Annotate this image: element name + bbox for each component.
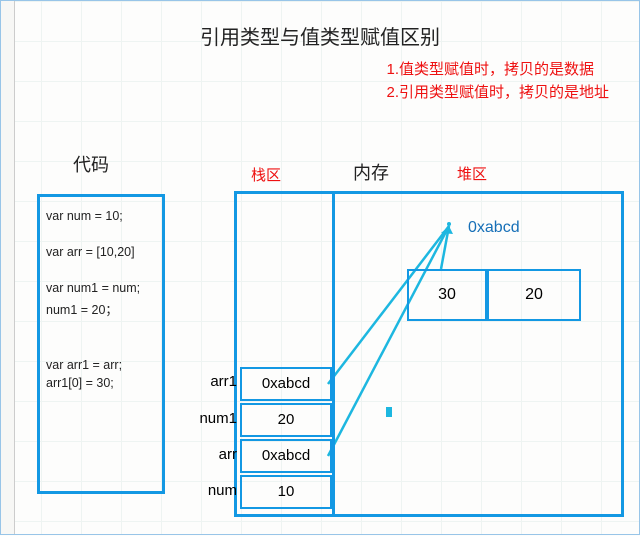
code-box: var num = 10; var arr = [10,20] var num1… <box>37 194 165 494</box>
notes-block: 1.值类型赋值时，拷贝的是数据 2.引用类型赋值时，拷贝的是地址 <box>386 56 609 104</box>
diagram-title: 引用类型与值类型赋值区别 <box>1 21 639 50</box>
stack-var-label: arr1 <box>185 373 237 390</box>
code-section-label: 代码 <box>73 151 109 177</box>
stack-cell-arr1: 0xabcd <box>240 367 332 401</box>
memory-divider <box>332 191 335 517</box>
code-line: var num = 10; <box>46 209 156 223</box>
code-line: num1 = 20； <box>46 299 156 318</box>
heap-label: 堆区 <box>457 163 487 184</box>
memory-label: 内存 <box>353 159 389 185</box>
heap-cell-1: 20 <box>487 269 581 321</box>
note-1: 1.值类型赋值时，拷贝的是数据 <box>386 58 609 79</box>
code-line: var arr = [10,20] <box>46 245 156 259</box>
stack-cell-num: 10 <box>240 475 332 509</box>
code-line: var arr1 = arr; <box>46 358 156 372</box>
stack-label: 栈区 <box>251 164 281 185</box>
stack-var-label: num1 <box>185 410 237 427</box>
stack-cell-arr: 0xabcd <box>240 439 332 473</box>
stray-mark <box>386 407 392 417</box>
heap-cell-0: 30 <box>407 269 487 321</box>
code-line: var num1 = num; <box>46 281 156 295</box>
stack-var-label: arr <box>185 446 237 463</box>
code-line: arr1[0] = 30; <box>46 376 156 390</box>
stack-var-label: num <box>185 482 237 499</box>
heap-address-label: 0xabcd <box>468 219 520 237</box>
note-2: 2.引用类型赋值时，拷贝的是地址 <box>386 81 609 102</box>
stack-cell-num1: 20 <box>240 403 332 437</box>
